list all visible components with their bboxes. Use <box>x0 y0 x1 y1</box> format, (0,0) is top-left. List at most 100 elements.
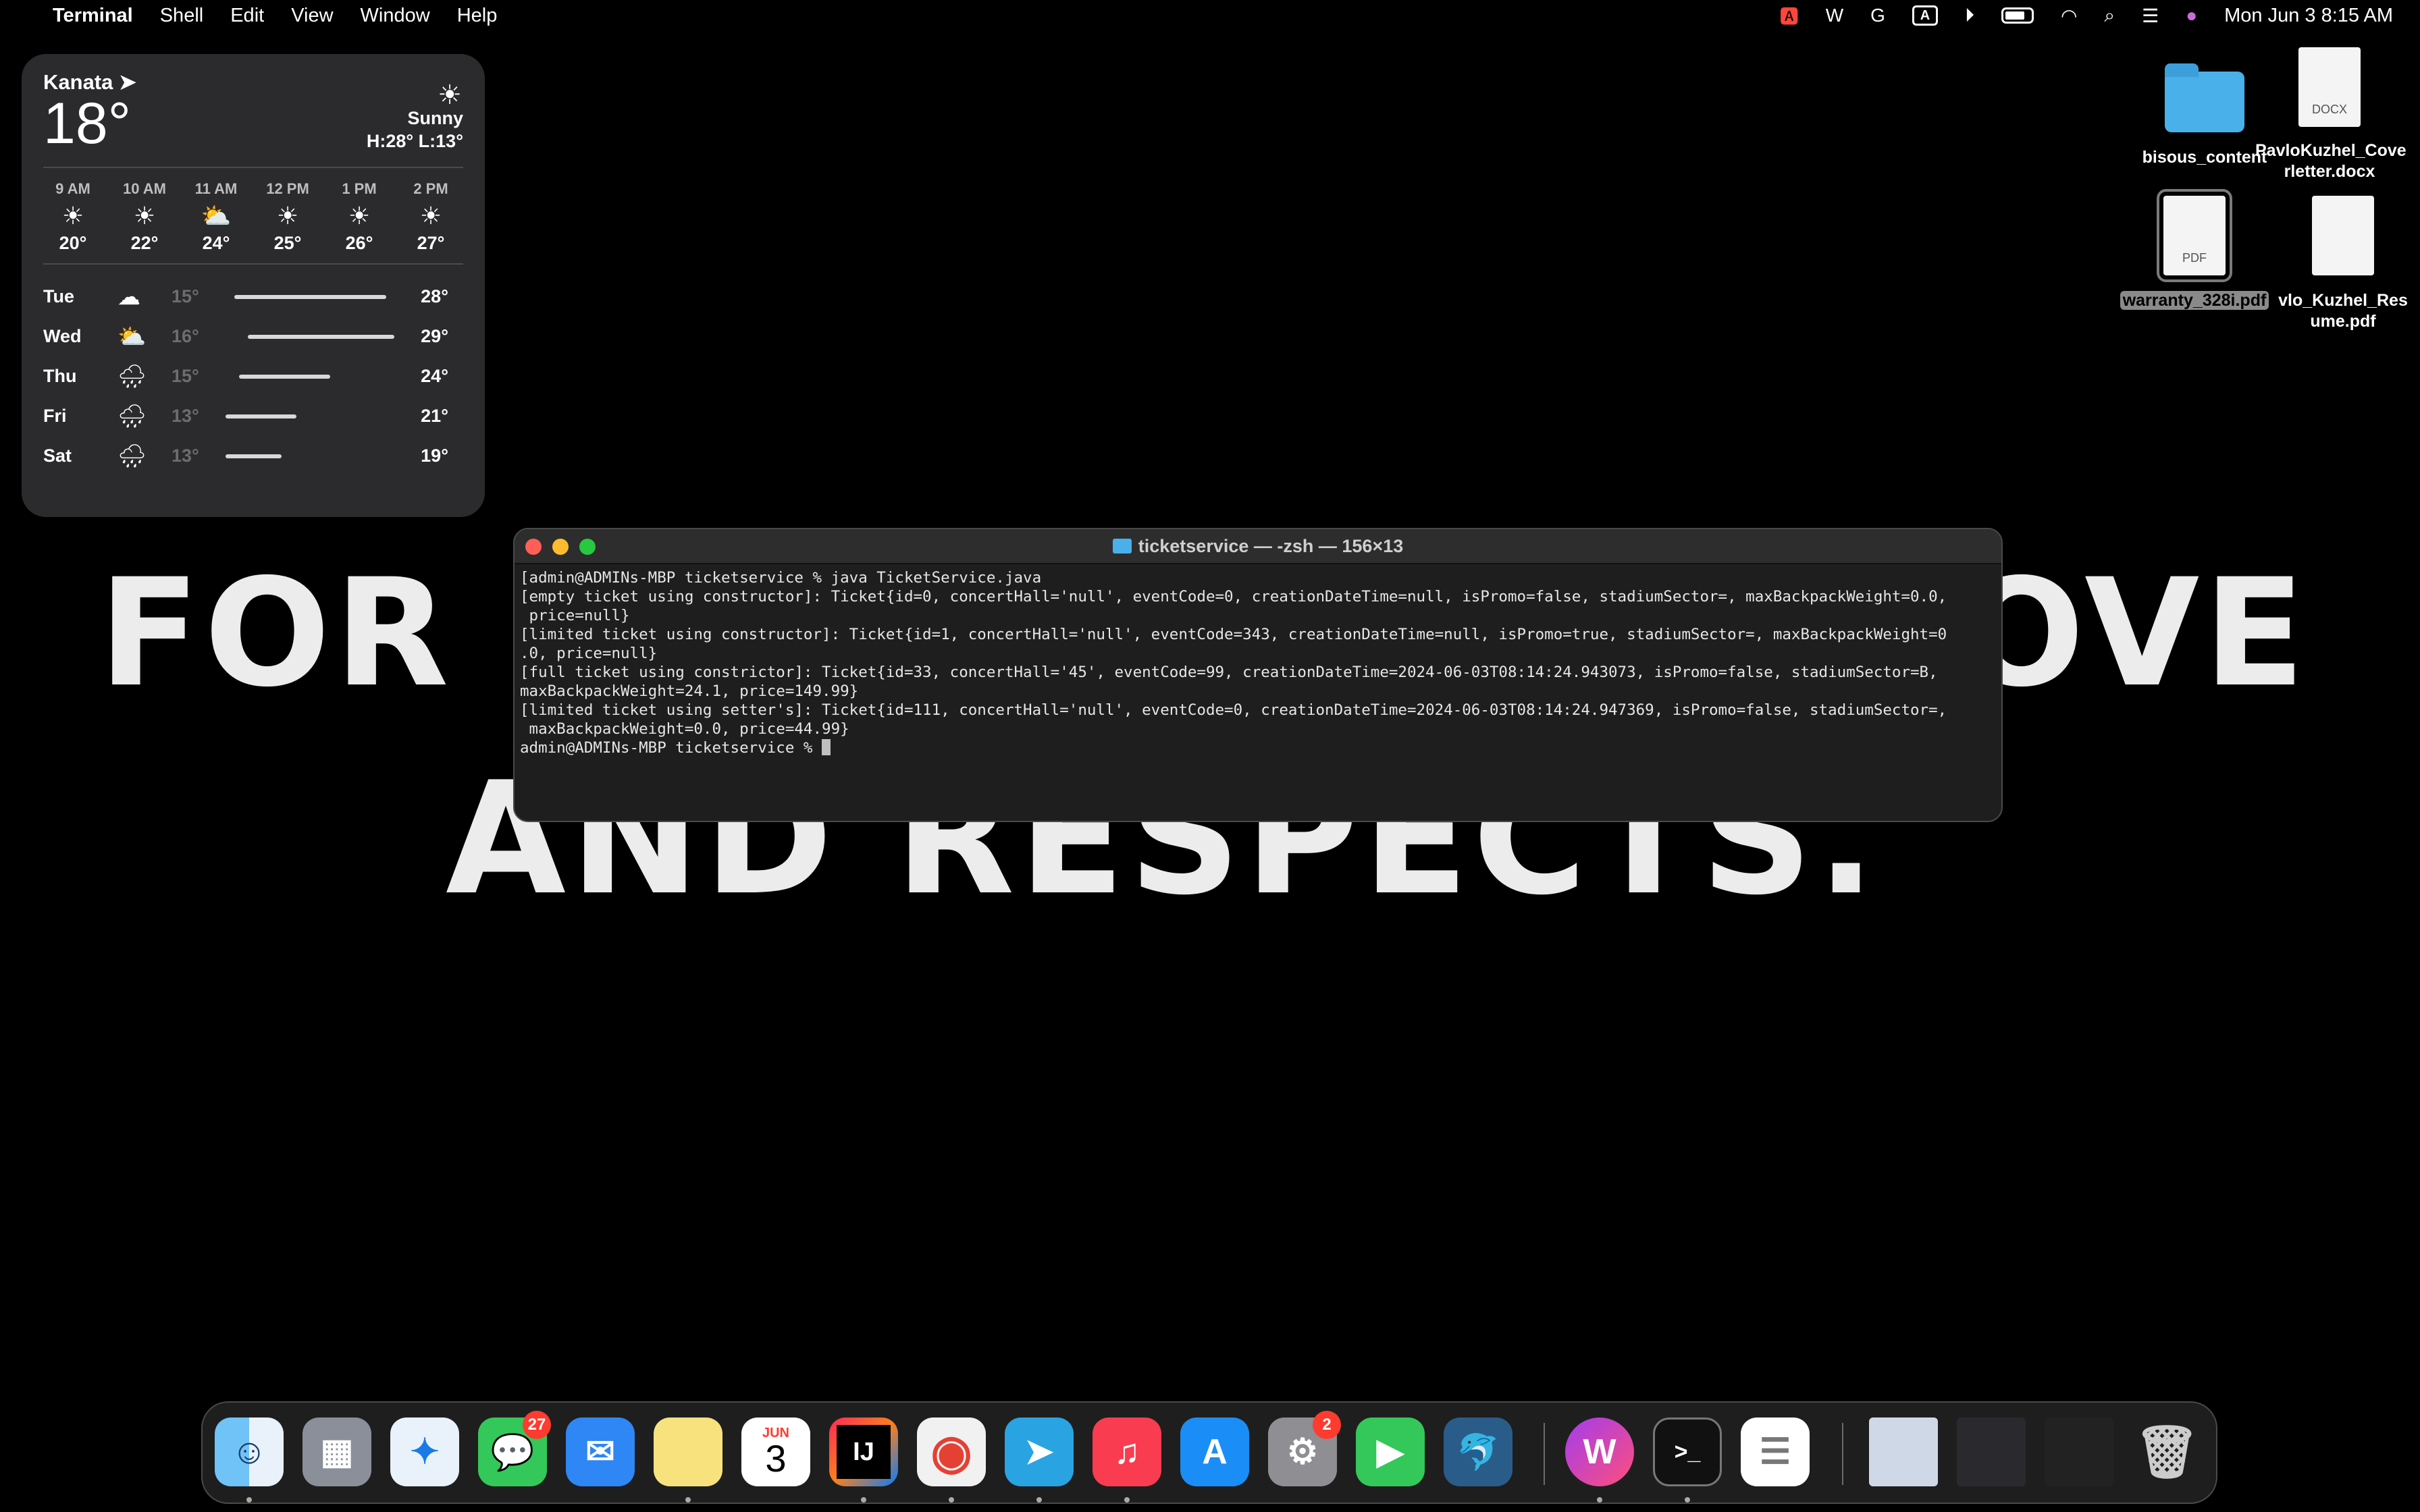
menu-edit[interactable]: Edit <box>230 5 264 27</box>
finder-icon[interactable]: ☺ <box>215 1418 284 1486</box>
day-row: Thu 🌧 15° 24° <box>43 363 448 389</box>
sun-icon: ☀ <box>61 202 84 230</box>
minimize-button[interactable] <box>552 539 569 555</box>
telegram-icon[interactable]: ➤ <box>1005 1418 1074 1486</box>
rain-icon: 🌧 <box>117 403 147 429</box>
menu-help[interactable]: Help <box>457 5 498 27</box>
wallpaper-text-right: OVE <box>1958 547 2309 720</box>
mysql-workbench-icon[interactable]: 🐬 <box>1444 1418 1512 1486</box>
terminal-line: [limited ticket using constructor]: Tick… <box>520 626 1947 643</box>
divider <box>43 263 463 265</box>
terminal-line: [empty ticket using constructor]: Ticket… <box>520 588 1947 605</box>
terminal-title-bar[interactable]: ticketservice — -zsh — 156×13 <box>515 529 2001 564</box>
zoom-button[interactable] <box>579 539 596 555</box>
weather-condition: Sunny <box>407 108 463 128</box>
running-indicator <box>949 1497 954 1503</box>
terminal-line: .0, price=null} <box>520 645 658 662</box>
close-button[interactable] <box>525 539 542 555</box>
cc-badge-icon[interactable]: 🅰 <box>1780 2 1799 29</box>
sun-icon: ☀ <box>419 202 442 230</box>
partly-cloudy-icon: ⛅ <box>117 323 147 350</box>
sun-icon: ☀ <box>276 202 299 230</box>
intellij-icon[interactable]: IJ <box>829 1418 898 1486</box>
menu-shell[interactable]: Shell <box>160 5 204 27</box>
temp-range-bar <box>226 414 394 418</box>
siri-icon[interactable]: ● <box>2186 5 2197 26</box>
notes-icon[interactable] <box>654 1418 722 1486</box>
window-controls <box>525 539 606 555</box>
mail-icon[interactable]: ✉ <box>566 1418 635 1486</box>
menu-app-name[interactable]: Terminal <box>53 5 133 27</box>
temp-range-bar <box>226 374 394 379</box>
hourly-forecast: 9 AM ☀ 20° 10 AM ☀ 22° 11 AM ⛅ 24° 12 PM ☀ 25° 1… <box>43 180 463 254</box>
folder-icon <box>2165 63 2244 132</box>
rain-icon: 🌧 <box>117 443 147 469</box>
terminal-prompt: admin@ADMINs-MBP ticketservice % <box>520 739 822 757</box>
battery-icon[interactable] <box>2001 7 2034 24</box>
terminal-window[interactable]: ticketservice — -zsh — 156×13 [admin@ADM… <box>513 528 2003 822</box>
running-indicator <box>861 1497 866 1503</box>
day-row: Tue ☁ 15° 28° <box>43 284 448 310</box>
terminal-line: maxBackpackWeight=24.1, price=149.99} <box>520 682 859 700</box>
facetime-icon[interactable]: ▶ <box>1356 1418 1425 1486</box>
calendar-date: 3 <box>765 1437 787 1480</box>
divider <box>43 167 463 168</box>
hour-item: 11 AM ⛅ 24° <box>186 180 246 254</box>
pdf-file-icon: PDF <box>2157 189 2232 282</box>
wps-icon[interactable]: W <box>1826 5 1843 26</box>
terminal-prompt-line[interactable]: admin@ADMINs-MBP ticketservice % <box>520 738 1996 757</box>
wifi-icon[interactable]: ◠ <box>2061 5 2077 27</box>
weather-widget[interactable]: Kanata ➤ 18° ☀ Sunny H:28° L:13° 9 AM ☀ 20… <box>22 54 485 517</box>
partly-cloudy-icon: ⛅ <box>201 202 232 230</box>
desktop-item-pdf-selected[interactable]: PDF warranty_328i.pdf <box>2113 189 2276 311</box>
desktop-item-label-wrap: warranty_328i.pdf <box>2113 290 2276 311</box>
app-store-icon[interactable]: A <box>1180 1418 1249 1486</box>
terminal-line: price=null} <box>520 607 630 624</box>
desktop-item-folder[interactable]: bisous_content <box>2140 63 2269 168</box>
search-icon[interactable]: ⌕ <box>2104 5 2115 27</box>
temp-range-bar <box>226 294 394 299</box>
running-indicator <box>1597 1497 1602 1503</box>
menu-window[interactable]: Window <box>361 5 430 27</box>
desktop-item-pdf[interactable]: vlo_Kuzhel_Res ume.pdf <box>2276 196 2411 332</box>
weather-high-low: H:28° L:13° <box>366 131 463 151</box>
music-icon[interactable]: ♫ <box>1093 1418 1161 1486</box>
music-window-thumbnail[interactable] <box>2045 1418 2113 1486</box>
hour-item: 1 PM ☀ 26° <box>330 180 389 254</box>
trash-icon[interactable]: 🗑 <box>2132 1418 2201 1486</box>
text-cursor <box>822 739 831 755</box>
terminal-icon[interactable]: >_ <box>1653 1418 1722 1486</box>
folder-icon <box>1112 539 1132 554</box>
sun-icon: ☀ <box>133 202 156 230</box>
chrome-icon[interactable]: ◉ <box>917 1418 986 1486</box>
safari-icon[interactable]: ✦ <box>390 1418 459 1486</box>
input-source-icon[interactable]: A <box>1912 5 1938 26</box>
settings-badge: 2 <box>1313 1411 1341 1439</box>
daily-forecast: Tue ☁ 15° 28° Wed ⛅ 16° 29° Thu 🌧 15° 24° Fri 🌧 13°… <box>43 277 463 476</box>
hour-item: 10 AM ☀ 22° <box>115 180 174 254</box>
pdf-file-icon <box>2312 196 2374 275</box>
control-center-icon[interactable]: ☰ <box>2142 5 2159 27</box>
wps-office-icon[interactable]: W <box>1565 1418 1634 1486</box>
telegram-window-thumbnail[interactable] <box>1869 1418 1938 1486</box>
reminders-icon[interactable]: ☰ <box>1741 1418 1810 1486</box>
play-icon[interactable]: ⏵ <box>1965 5 1974 27</box>
dock: ☺ ▦ ✦ 💬 27 ✉ JUN 3 IJ ◉ ➤ ♫ A ⚙ 2 ▶ 🐬 W … <box>201 1401 2217 1504</box>
menu-clock[interactable]: Mon Jun 3 8:15 AM <box>2224 5 2393 27</box>
dock-separator <box>1842 1423 1843 1485</box>
temp-range-bar <box>226 454 394 458</box>
grammarly-icon[interactable]: G <box>1870 5 1885 26</box>
day-row: Wed ⛅ 16° 29° <box>43 323 448 350</box>
wps-window-thumbnail[interactable] <box>1957 1418 2026 1486</box>
running-indicator <box>1036 1497 1042 1503</box>
wallpaper-text-left: FOR <box>99 547 453 720</box>
running-indicator <box>1685 1497 1690 1503</box>
calendar-icon[interactable]: JUN 3 <box>741 1418 810 1486</box>
terminal-output[interactable]: [admin@ADMINs-MBP ticketservice % java T… <box>515 564 2001 761</box>
menu-view[interactable]: View <box>291 5 333 27</box>
desktop-item-label: vlo_Kuzhel_Res ume.pdf <box>2278 291 2408 331</box>
terminal-line: maxBackpackWeight=0.0, price=44.99} <box>520 720 849 738</box>
dock-separator <box>1544 1423 1545 1485</box>
launchpad-icon[interactable]: ▦ <box>302 1418 371 1486</box>
desktop-item-docx[interactable]: DOCX PavloKuzhel_Cove rletter.docx <box>2255 47 2406 182</box>
